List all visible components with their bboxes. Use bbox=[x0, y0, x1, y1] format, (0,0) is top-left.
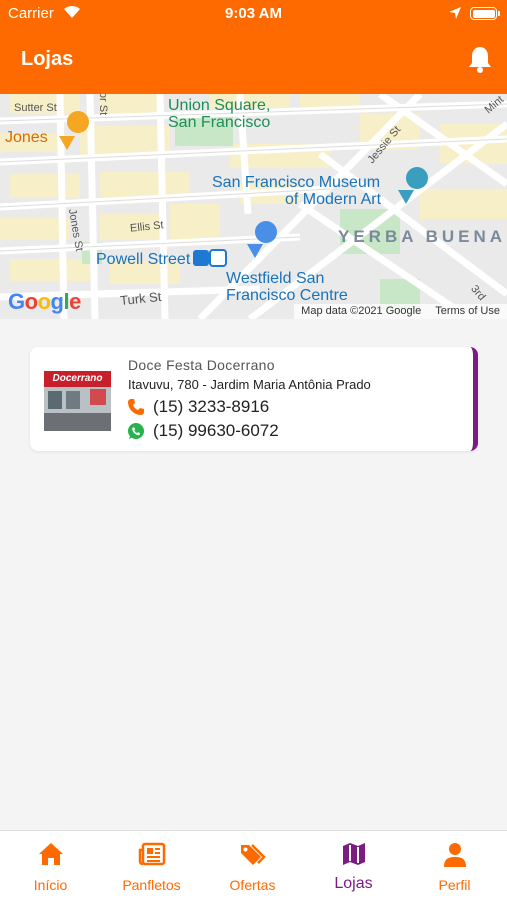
map-label-union-square-2: San Francisco bbox=[168, 114, 271, 131]
map-label-westfield-2: Francisco Centre bbox=[226, 287, 348, 304]
nav-label-perfil: Perfil bbox=[438, 877, 471, 893]
jones-place-pin bbox=[67, 111, 90, 134]
battery-icon bbox=[470, 7, 500, 20]
whatsapp-icon bbox=[128, 423, 144, 439]
nav-label-panfletos: Panfletos bbox=[122, 877, 181, 893]
clock: 9:03 AM bbox=[225, 5, 282, 22]
map-label-sfmoma-1: San Francisco Museum bbox=[212, 174, 381, 191]
store-name: Doce Festa Docerrano bbox=[128, 357, 275, 373]
map-label-powell: Powell Street bbox=[96, 251, 191, 268]
map-label-union-square-1: Union Square, bbox=[168, 97, 271, 114]
store-thumbnail: Docerrano bbox=[44, 371, 111, 431]
phone-icon bbox=[128, 399, 144, 415]
terms-of-use-link[interactable]: Terms of Use bbox=[435, 305, 500, 317]
store-card[interactable]: Docerrano Doce Festa Docerrano Itavuvu, … bbox=[30, 347, 478, 451]
thumb-sign: Docerrano bbox=[52, 373, 103, 384]
bottom-nav: Início Panfletos Ofertas Lojas Perfil bbox=[0, 830, 507, 900]
map-label-jones-place: Jones bbox=[5, 129, 48, 146]
map-label-sutter: Sutter St bbox=[14, 102, 57, 114]
map-icon bbox=[342, 843, 365, 865]
nav-item-perfil[interactable]: Perfil bbox=[404, 831, 505, 900]
nav-label-ofertas: Ofertas bbox=[229, 877, 276, 893]
status-bar: Carrier 9:03 AM bbox=[0, 0, 507, 28]
google-logo: Google bbox=[8, 289, 81, 314]
westfield-pin bbox=[255, 221, 277, 244]
nav-label-inicio: Início bbox=[33, 877, 68, 893]
store-whatsapp: (15) 99630-6072 bbox=[153, 421, 279, 440]
map-attribution: Map data ©2021 Google Terms of Use bbox=[294, 304, 507, 319]
home-icon bbox=[38, 843, 63, 865]
map-label-sfmoma-2: of Modern Art bbox=[285, 191, 382, 208]
store-map[interactable]: Sutter St tor St Union Square, San Franc… bbox=[0, 94, 507, 319]
page-title: Lojas bbox=[21, 48, 74, 70]
nav-label-lojas: Lojas bbox=[334, 875, 373, 892]
store-phone: (15) 3233-8916 bbox=[153, 397, 270, 416]
map-label-stockton: tor St bbox=[97, 94, 110, 116]
app-header: Lojas bbox=[0, 28, 507, 94]
nav-item-inicio[interactable]: Início bbox=[0, 831, 101, 900]
map-label-yerba-buena: YERBA BUENA bbox=[338, 227, 507, 246]
bell-icon[interactable] bbox=[467, 45, 493, 73]
nav-item-panfletos[interactable]: Panfletos bbox=[101, 831, 202, 900]
location-arrow-icon bbox=[449, 7, 461, 19]
map-data-label: Map data ©2021 Google bbox=[301, 305, 422, 317]
user-icon bbox=[443, 843, 466, 867]
nav-item-ofertas[interactable]: Ofertas bbox=[202, 831, 303, 900]
tag-icon bbox=[240, 844, 266, 865]
store-address: Itavuvu, 780 - Jardim Maria Antônia Prad… bbox=[128, 377, 371, 392]
nav-item-lojas[interactable]: Lojas bbox=[303, 831, 404, 900]
newspaper-icon bbox=[138, 842, 165, 866]
map-label-westfield-1: Westfield San bbox=[226, 270, 325, 287]
